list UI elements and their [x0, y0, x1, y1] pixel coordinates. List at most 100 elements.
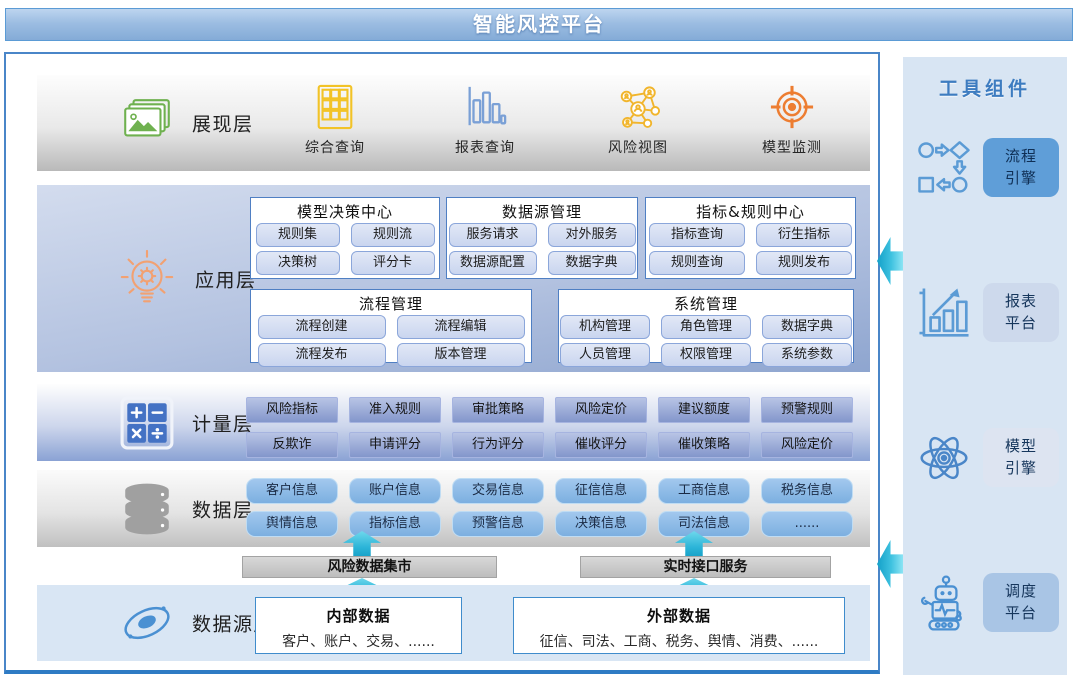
presentation-layer-label: 展现层	[192, 110, 254, 137]
app-item: 系统参数	[762, 343, 852, 367]
report-chart-icon	[915, 283, 973, 343]
app-item: 衍生指标	[756, 223, 852, 247]
risk-data-mart-bar: 风险数据集市	[242, 556, 497, 578]
app-item: 评分卡	[351, 251, 435, 275]
measure-item: 催收评分	[555, 432, 647, 458]
app-item: 对外服务	[548, 223, 636, 247]
photos-icon	[119, 95, 175, 151]
app-item: 数据字典	[762, 315, 852, 339]
app-item: 角色管理	[661, 315, 751, 339]
realtime-interface-bar: 实时接口服务	[580, 556, 831, 578]
measurement-layer-label: 计量层	[192, 409, 254, 436]
atom-icon	[915, 428, 973, 488]
data-item: ......	[761, 511, 853, 537]
robot-icon	[915, 573, 973, 633]
flowchart-icon	[915, 138, 973, 198]
module-model-monitor: 模型监测	[732, 84, 852, 157]
grid-icon	[312, 84, 358, 130]
app-item: 规则发布	[756, 251, 852, 275]
data-grid: 客户信息 账户信息 交易信息 征信信息 工商信息 税务信息 舆情信息 指标信息 …	[246, 478, 853, 537]
measure-item: 催收策略	[658, 432, 750, 458]
app-item: 流程创建	[258, 315, 386, 339]
external-data-box: 外部数据 征信、司法、工商、税务、舆情、消费、......	[513, 597, 845, 654]
bulb-gear-icon	[116, 248, 178, 310]
tool-label-box: 报表平台	[983, 283, 1059, 342]
external-data-title: 外部数据	[514, 605, 844, 626]
group-title: 系统管理	[559, 290, 853, 311]
module-label: 报表查询	[425, 137, 545, 157]
data-item: 税务信息	[761, 478, 853, 504]
tool-scheduler-platform: 调度平台	[903, 573, 1067, 633]
application-layer-label: 应用层	[195, 265, 257, 292]
tool-components-sidebar: 工具组件 流程引擎	[903, 57, 1067, 675]
sidebar-title: 工具组件	[903, 57, 1067, 101]
measure-item: 申请评分	[349, 432, 441, 458]
risk-control-platform-diagram: 智能风控平台 展现层	[0, 0, 1080, 682]
datasource-layer: 数据源层 内部数据 客户、账户、交易、...... 外部数据 征信、司法、工商、…	[37, 585, 870, 661]
group-title: 模型决策中心	[251, 198, 439, 219]
app-item: 规则集	[256, 223, 340, 247]
module-label: 综合查询	[275, 137, 395, 157]
measurement-grid: 风险指标 准入规则 审批策略 风险定价 建议额度 预警规则 反欺诈 申请评分 行…	[246, 397, 853, 458]
measurement-layer: 计量层 风险指标 准入规则 审批策略 风险定价 建议额度 预警规则 反欺诈 申请…	[37, 384, 870, 461]
app-item: 流程发布	[258, 343, 386, 367]
app-item: 数据源配置	[449, 251, 537, 275]
app-item: 权限管理	[661, 343, 751, 367]
app-item: 规则流	[351, 223, 435, 247]
app-item: 服务请求	[449, 223, 537, 247]
data-item: 工商信息	[658, 478, 750, 504]
module-report-query: 报表查询	[425, 84, 545, 157]
measure-item: 风险定价	[555, 397, 647, 423]
measure-item: 风险定价	[761, 432, 853, 458]
measure-item: 反欺诈	[246, 432, 338, 458]
module-integrated-query: 综合查询	[275, 84, 395, 157]
tool-report-platform: 报表平台	[903, 283, 1067, 343]
measure-item: 风险指标	[246, 397, 338, 423]
bar-chart-icon	[462, 84, 508, 130]
data-item: 司法信息	[658, 511, 750, 537]
calculator-icon	[119, 395, 175, 451]
group-system-management: 系统管理 机构管理 角色管理 数据字典 人员管理 权限管理 系统参数	[558, 289, 854, 363]
measure-item: 建议额度	[658, 397, 750, 423]
group-model-decision-center: 模型决策中心 规则集 规则流 决策树 评分卡	[250, 197, 440, 279]
group-title: 流程管理	[251, 290, 531, 311]
group-indicator-rule-center: 指标&规则中心 指标查询 衍生指标 规则查询 规则发布	[645, 197, 856, 279]
data-layer: 数据层 客户信息 账户信息 交易信息 征信信息 工商信息 税务信息 舆情信息 指…	[37, 470, 870, 547]
application-layer: 应用层 模型决策中心 规则集 规则流 决策树 评分卡 数据源管理 服务请求 对外…	[37, 185, 870, 372]
internal-data-title: 内部数据	[256, 605, 461, 626]
main-panel: 展现层 综合查询	[4, 52, 880, 674]
target-icon	[769, 84, 815, 130]
measure-item: 行为评分	[452, 432, 544, 458]
group-process-management: 流程管理 流程创建 流程编辑 流程发布 版本管理	[250, 289, 532, 363]
app-item: 决策树	[256, 251, 340, 275]
page-title: 智能风控平台	[473, 9, 605, 40]
database-icon	[119, 481, 175, 537]
network-icon	[615, 84, 661, 130]
module-label: 风险视图	[578, 137, 698, 157]
data-item: 客户信息	[246, 478, 338, 504]
data-item: 舆情信息	[246, 511, 338, 537]
left-arrow-icon	[877, 237, 903, 285]
measure-item: 准入规则	[349, 397, 441, 423]
tool-label-box: 流程引擎	[983, 138, 1059, 197]
group-title: 指标&规则中心	[646, 198, 855, 219]
data-item: 决策信息	[555, 511, 647, 537]
tool-label-box: 调度平台	[983, 573, 1059, 632]
module-label: 模型监测	[732, 137, 852, 157]
measure-item: 审批策略	[452, 397, 544, 423]
internal-data-desc: 客户、账户、交易、......	[256, 631, 461, 651]
data-item: 预警信息	[452, 511, 544, 537]
tool-process-engine: 流程引擎	[903, 138, 1067, 198]
app-item: 人员管理	[560, 343, 650, 367]
tool-model-engine: 模型引擎	[903, 428, 1067, 488]
group-title: 数据源管理	[447, 198, 637, 219]
data-item: 征信信息	[555, 478, 647, 504]
app-item: 流程编辑	[397, 315, 525, 339]
presentation-layer: 展现层 综合查询	[37, 75, 870, 171]
tool-label-box: 模型引擎	[983, 428, 1059, 487]
left-arrow-icon	[877, 540, 903, 588]
internal-data-box: 内部数据 客户、账户、交易、......	[255, 597, 462, 654]
group-datasource-management: 数据源管理 服务请求 对外服务 数据源配置 数据字典	[446, 197, 638, 279]
app-item: 机构管理	[560, 315, 650, 339]
external-data-desc: 征信、司法、工商、税务、舆情、消费、......	[514, 631, 844, 651]
